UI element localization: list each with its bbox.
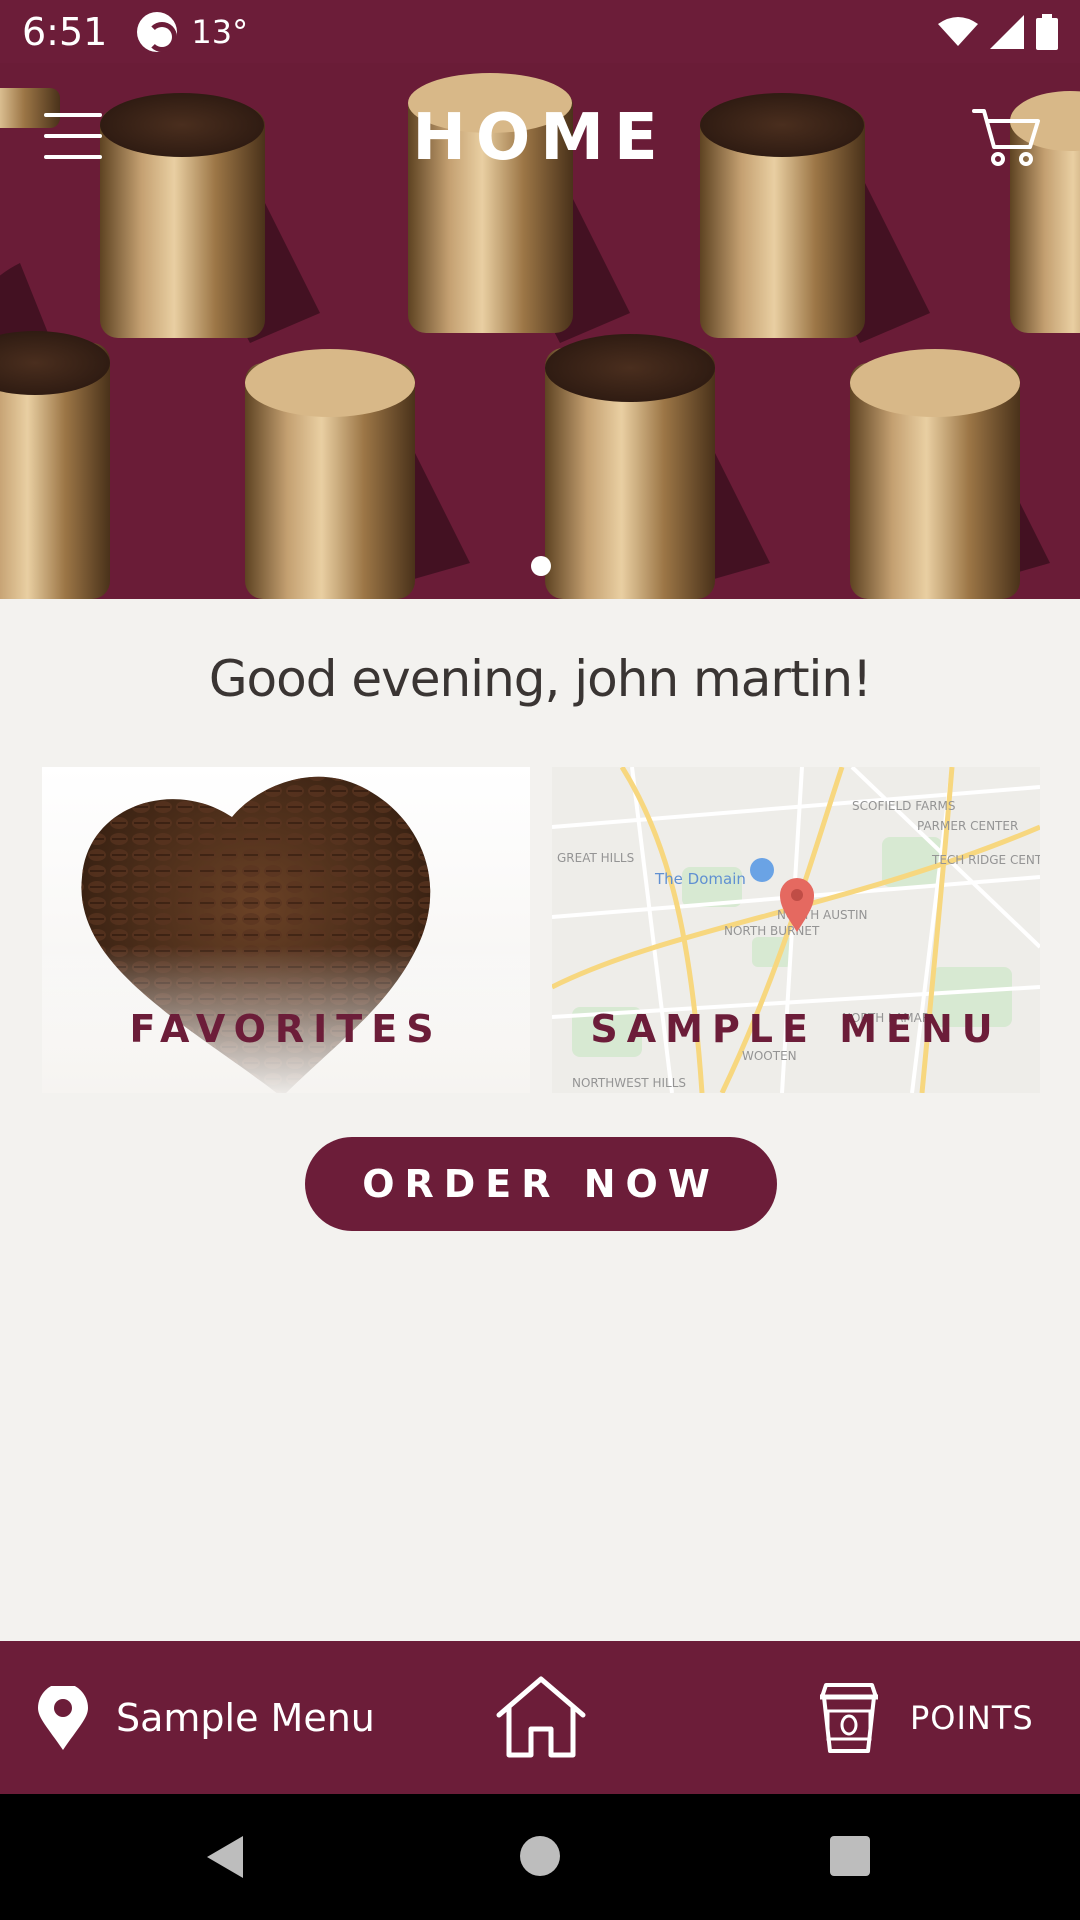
status-bar: 6:51 13° bbox=[0, 0, 1080, 63]
page-title: HOME bbox=[412, 101, 668, 175]
sample-menu-label: SAMPLE MENU bbox=[590, 1007, 1002, 1051]
cart-icon[interactable] bbox=[972, 105, 1042, 169]
signal-icon bbox=[990, 14, 1024, 49]
home-icon[interactable] bbox=[493, 1675, 589, 1759]
sample-menu-card[interactable]: SCOFIELD FARMS PARMER CENTER GREAT HILLS… bbox=[552, 767, 1040, 1093]
nav-points[interactable]: POINTS bbox=[816, 1681, 1034, 1755]
system-nav-bar bbox=[0, 1794, 1080, 1920]
nav-location-label: Sample Menu bbox=[116, 1696, 375, 1740]
sync-icon bbox=[137, 11, 178, 52]
back-icon[interactable] bbox=[205, 1834, 245, 1880]
battery-icon bbox=[1036, 13, 1058, 50]
pager-dot[interactable] bbox=[531, 556, 551, 576]
status-time: 6:51 bbox=[22, 9, 108, 54]
order-now-button[interactable]: ORDER NOW bbox=[305, 1137, 777, 1231]
location-pin-icon bbox=[38, 1686, 88, 1750]
recents-icon[interactable] bbox=[830, 1836, 870, 1876]
coffee-cup-icon bbox=[820, 1683, 878, 1753]
bottom-nav: Sample Menu POINTS bbox=[0, 1641, 1080, 1794]
favorites-label: FAVORITES bbox=[129, 1007, 443, 1051]
status-temperature: 13° bbox=[191, 12, 249, 51]
wifi-icon bbox=[938, 16, 978, 46]
greeting: Good evening, john martin! bbox=[208, 650, 872, 708]
system-home-icon[interactable] bbox=[520, 1836, 560, 1876]
nav-sample-menu[interactable]: Sample Menu bbox=[38, 1686, 375, 1750]
nav-points-label: POINTS bbox=[910, 1699, 1034, 1737]
app-root: 6:51 13° HOME Good evening, john martin!… bbox=[0, 0, 1080, 1920]
favorites-card[interactable]: FAVORITES bbox=[42, 767, 530, 1093]
hero-banner[interactable]: HOME bbox=[0, 63, 1080, 599]
status-icons bbox=[938, 13, 1058, 50]
app-header: HOME bbox=[0, 63, 1080, 203]
